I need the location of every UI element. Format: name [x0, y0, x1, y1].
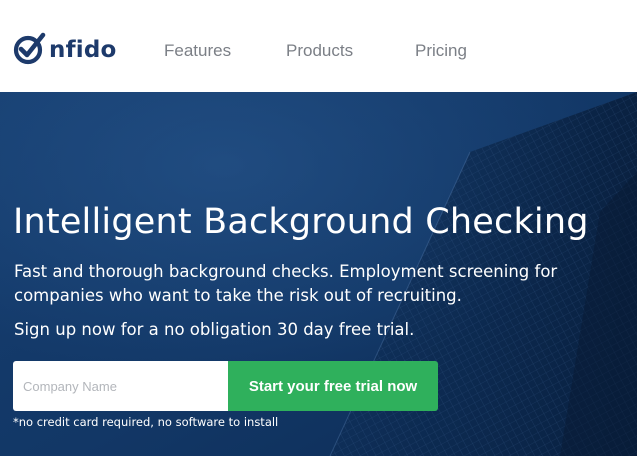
logo-wordmark: nfido	[49, 36, 117, 63]
free-trial-offer: Sign up now for a no obligation 30 day f…	[14, 320, 415, 339]
hero-title: Intelligent Background Checking	[13, 202, 589, 242]
hero-section: Intelligent Background Checking Fast and…	[0, 92, 637, 456]
checkmark-o-icon	[13, 32, 46, 65]
onfido-logo[interactable]: nfido	[13, 32, 117, 66]
top-navigation-bar: nfido Features Products Pricing	[0, 0, 637, 92]
company-name-input[interactable]	[13, 361, 228, 411]
nav-link-products[interactable]: Products	[286, 40, 353, 62]
trial-signup-form: Start your free trial now	[13, 361, 438, 411]
landing-page: nfido Features Products Pricing Intellig…	[0, 0, 637, 456]
start-free-trial-button[interactable]: Start your free trial now	[228, 361, 438, 411]
nav-link-pricing[interactable]: Pricing	[415, 40, 467, 62]
fine-print-note: *no credit card required, no software to…	[13, 415, 279, 429]
nav-link-features[interactable]: Features	[164, 40, 231, 62]
hero-description: Fast and thorough background checks. Emp…	[14, 262, 558, 305]
